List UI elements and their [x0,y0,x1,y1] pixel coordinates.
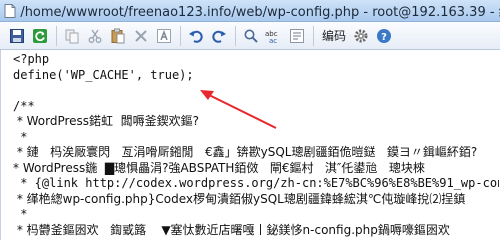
annotation-arrow [200,90,277,129]
